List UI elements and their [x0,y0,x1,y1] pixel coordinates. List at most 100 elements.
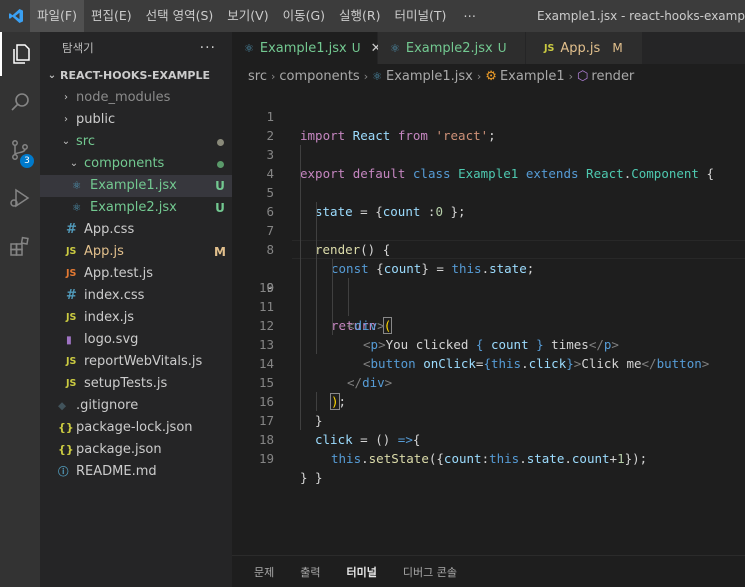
menu-file[interactable]: 파일(F) [30,0,84,32]
title-bar: 파일(F) 편집(E) 선택 영역(S) 보기(V) 이동(G) 실행(R) 터… [0,0,745,32]
activity-bar: 3 [0,32,40,587]
tree-item-public[interactable]: › public [40,109,232,131]
breadcrumb-components[interactable]: components [279,69,359,84]
code-text: } [300,470,308,485]
breadcrumb: src › components › ⚛ Example1.jsx › ⚙ Ex… [232,64,745,88]
tree-item-report-web-vitals[interactable]: JS reportWebVitals.js [40,351,232,373]
tree-item-package-json[interactable]: {} package.json [40,439,232,461]
tab-terminal[interactable]: 터미널 [347,564,377,580]
tab-example2[interactable]: ⚛ Example2.jsx U [378,32,526,64]
tree-item-label: README.md [76,464,157,479]
menu-run[interactable]: 실행(R) [332,0,387,32]
tree-item-example2[interactable]: ⚛ Example2.jsx U [40,197,232,219]
line-number: 19 [258,451,274,466]
code-line: 2 [232,107,745,143]
tree-item-label: src [76,134,95,149]
scm-badge: 3 [20,154,34,168]
menu-go[interactable]: 이동(G) [276,0,332,32]
tree-item-app-test-js[interactable]: JS App.test.js [40,263,232,285]
code-line: 7 const {count} = this.state; [232,202,745,276]
workspace-root-label: REACT-HOOKS-EXAMPLE [60,69,210,82]
vscode-logo-icon [2,0,30,32]
search-icon[interactable] [0,80,40,124]
code-line: 13 </div> [232,316,745,390]
untracked-badge: U [215,179,225,193]
explorer-sidebar: 탐색기 ··· ⌄ REACT-HOOKS-EXAMPLE › node_mod… [40,32,232,587]
tree-item-label: Example2.jsx [90,200,177,215]
tree-item-app-js[interactable]: JS App.js M [40,241,232,263]
git-file-icon: ◆ [58,400,67,412]
untracked-badge: U [351,41,361,55]
code-line: 19 } [232,430,745,485]
code-line: 18 } [232,411,745,485]
breadcrumb-file[interactable]: Example1.jsx [386,69,473,84]
code-line: 6 render() { [232,183,745,257]
tab-debug-console[interactable]: 디버그 콘솔 [403,564,457,580]
menu-terminal[interactable]: 터미널(T) [388,0,454,32]
tab-label: Example1.jsx [259,40,347,56]
extensions-icon[interactable] [0,224,40,268]
menu-selection[interactable]: 선택 영역(S) [139,0,221,32]
tree-item-index-js[interactable]: JS index.js [40,307,232,329]
breadcrumb-src[interactable]: src [248,69,267,84]
more-actions-icon[interactable]: ··· [200,40,216,56]
code-line: 16 click = () =>{ [232,373,745,447]
menu-view[interactable]: 보기(V) [220,0,275,32]
explorer-icon[interactable] [0,32,40,76]
tree-item-label: index.css [84,288,145,303]
tree-item-setup-tests[interactable]: JS setupTests.js [40,373,232,395]
code-line: 14 ); [232,335,745,410]
workspace-root[interactable]: ⌄ REACT-HOOKS-EXAMPLE [40,65,232,87]
tree-item-app-css[interactable]: # App.css [40,219,232,241]
menu-edit[interactable]: 편집(E) [84,0,139,32]
tree-item-node-modules[interactable]: › node_modules [40,87,232,109]
tree-item-src[interactable]: ⌄ src [40,131,232,153]
tab-problems[interactable]: 문제 [254,564,274,580]
chevron-down-icon: ⌄ [47,70,57,81]
chevron-right-icon: › [270,69,276,83]
tree-item-components[interactable]: ⌄ components [40,153,232,175]
window-title: Example1.jsx - react-hooks-example - V [537,9,745,23]
tree-item-readme[interactable]: ⓘ README.md [40,461,232,483]
tree-item-label: reportWebVitals.js [84,354,203,369]
code-line: 5 [232,164,745,200]
menu-more[interactable]: ⋯ [453,0,486,32]
chevron-right-icon: › [363,69,369,83]
run-debug-icon[interactable] [0,176,40,220]
css-file-icon: # [66,222,77,237]
source-control-icon[interactable]: 3 [0,128,40,172]
react-file-icon: ⚛ [372,69,382,83]
info-file-icon: ⓘ [58,466,69,478]
tab-app-js[interactable]: JS App.js M [526,32,643,64]
code-line: 4 state = {count :0 }; [232,145,745,219]
tree-item-label: .gitignore [76,398,139,413]
tree-item-example1[interactable]: ⚛ Example1.jsx U [40,175,232,197]
breadcrumb-class[interactable]: Example1 [500,69,565,84]
editor-area: ⚛ Example1.jsx U ✕ ⚛ Example2.jsx U JS A… [232,32,745,555]
chevron-right-icon: › [568,69,574,83]
test-file-icon: JS [66,268,77,279]
js-file-icon: JS [66,246,77,257]
js-file-icon: JS [66,312,77,323]
code-line: 3 export default class Example1 extends … [232,126,745,181]
code-line: 8 [232,221,745,257]
tree-item-package-lock[interactable]: {} package-lock.json [40,417,232,439]
untracked-badge: U [215,201,225,215]
modified-badge: M [612,41,623,55]
untracked-badge: U [497,41,507,55]
tree-item-label: node_modules [76,90,171,105]
react-file-icon: ⚛ [244,41,254,55]
tree-item-index-css[interactable]: # index.css [40,285,232,307]
react-file-icon: ⚛ [72,202,82,214]
tree-item-label: setupTests.js [84,376,168,391]
js-file-icon: JS [66,356,77,367]
code-editor[interactable]: 1 import React from 'react'; 2 3 export … [232,88,745,485]
tree-item-logo-svg[interactable]: ▮ logo.svg [40,329,232,351]
tree-item-gitignore[interactable]: ◆ .gitignore [40,395,232,417]
tab-output[interactable]: 출력 [300,564,320,580]
breadcrumb-method[interactable]: render [591,69,634,84]
tab-example1[interactable]: ⚛ Example1.jsx U ✕ [232,32,381,64]
modified-badge: M [214,245,226,259]
code-line: 10 <div> [232,259,745,333]
chevron-down-icon: ⌄ [61,136,71,147]
